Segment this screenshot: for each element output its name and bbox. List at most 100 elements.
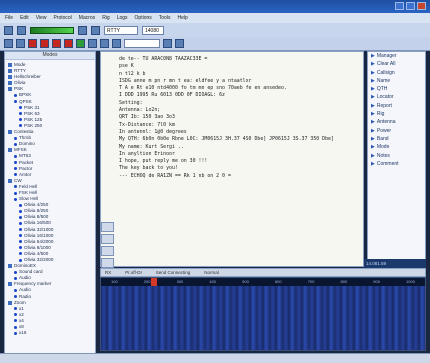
text-line: n tl2 k b — [119, 70, 146, 77]
text-line: The key back to you! — [119, 165, 178, 172]
folder-icon — [8, 300, 12, 305]
close-button[interactable] — [417, 2, 426, 10]
stop-button[interactable] — [40, 39, 49, 48]
menu-item-help[interactable]: Help — [177, 15, 187, 21]
macro-item[interactable]: ▶ Band — [368, 135, 425, 143]
text-line: In antennl: 1@0 degrees — [119, 128, 187, 135]
menu-item-logs[interactable]: Logs — [117, 15, 128, 21]
new-button[interactable] — [4, 39, 13, 48]
macro-item[interactable]: ▶ Clear All — [368, 60, 425, 68]
window-controls — [395, 2, 426, 10]
radio-bullet-icon — [14, 191, 17, 195]
radio-bullet-icon — [14, 331, 17, 335]
radio-bullet-icon — [14, 319, 17, 323]
zoom-in-button[interactable] — [163, 39, 172, 48]
scale-tick-label: 700 — [307, 279, 315, 284]
macro-item[interactable]: ▶ Callsign — [368, 69, 425, 77]
folder-icon — [8, 178, 12, 183]
menu-item-edit[interactable]: Edit — [20, 15, 29, 21]
macro-label: Callsign — [376, 69, 395, 76]
folder-icon — [8, 75, 12, 80]
menu-item-options[interactable]: Options — [135, 15, 152, 21]
menu-item-view[interactable]: View — [36, 15, 47, 21]
macro-item[interactable]: ▶ Notes — [368, 152, 425, 160]
receive-text-pane[interactable]: de te-- TU ARAC0N8 TAAZAC33E = pse Kn tl2… — [100, 51, 364, 267]
arrow-icon: ▶ — [371, 127, 375, 134]
radio-bullet-icon — [14, 142, 17, 146]
frequency-marker[interactable] — [151, 278, 157, 286]
text-line: I DDD 1995 Ru 6013 0DD 0F DIOAGL: 6z — [119, 92, 225, 99]
waterfall-display[interactable]: 100 200 300 400 500 600 700 800 900 1000 — [100, 277, 426, 351]
menu-item-protocol[interactable]: Protocol — [53, 15, 71, 21]
radio-bullet-icon — [19, 234, 22, 238]
macro-item[interactable]: ▶ Name — [368, 77, 425, 85]
side-button-1[interactable] — [101, 222, 114, 232]
radio-bullet-icon — [14, 313, 17, 317]
open-button[interactable] — [16, 39, 25, 48]
macro-item[interactable]: ▶ Power — [368, 127, 425, 135]
afc-button[interactable] — [76, 39, 85, 48]
minimize-button[interactable] — [395, 2, 404, 10]
macro-item[interactable]: ▶ Rig — [368, 110, 425, 118]
waterfall-spectrum[interactable] — [101, 286, 425, 350]
mode-select[interactable]: RTTY — [104, 25, 138, 35]
abort-button[interactable] — [64, 39, 73, 48]
folder-icon — [8, 69, 12, 74]
log-button[interactable] — [100, 39, 109, 48]
radio-bullet-icon — [19, 118, 22, 122]
radio-bullet-icon — [19, 203, 22, 207]
arrow-icon: ▶ — [371, 144, 375, 151]
freq-field[interactable]: 14080 — [142, 25, 164, 35]
text-line: I hope, put reply me on 30 !!! — [119, 158, 208, 165]
radio-bullet-icon — [19, 209, 22, 213]
arrow-icon: ▶ — [371, 102, 375, 109]
macro-item[interactable]: ▶ Comment — [368, 160, 425, 168]
macro-label: Clear All — [376, 61, 396, 68]
radio-bullet-icon — [14, 307, 17, 311]
tree-item[interactable]: x16 — [8, 330, 92, 336]
scale-tick-label: 300 — [176, 279, 184, 284]
macro-item[interactable]: ▶ Locator — [368, 93, 425, 101]
side-button-3[interactable] — [101, 246, 114, 256]
macro-item[interactable]: ▶ Antenna — [368, 118, 425, 126]
macro-label: Band — [376, 135, 389, 142]
macro-item[interactable]: ▶ QTH — [368, 85, 425, 93]
menu-item-file[interactable]: File — [5, 15, 13, 21]
menu-item-macros[interactable]: Macros — [79, 15, 95, 21]
text-line: Tx-Distance: 7l0 km — [119, 121, 175, 128]
arrow-icon: ▶ — [371, 152, 375, 159]
macro-item[interactable]: ▶ Manager — [368, 52, 425, 60]
macro-item[interactable]: ▶ Mode — [368, 143, 425, 151]
scale-tick-label: 600 — [274, 279, 282, 284]
radio-bullet-icon — [14, 325, 17, 329]
macro-item[interactable]: ▶ Report — [368, 102, 425, 110]
rx-toggle-button[interactable] — [17, 25, 26, 35]
radio-bullet-icon — [14, 173, 17, 177]
clear-rx-button[interactable] — [78, 25, 87, 35]
call-field[interactable] — [124, 39, 160, 48]
folder-icon — [8, 148, 12, 153]
arrow-icon: ▶ — [371, 111, 375, 118]
macro-label: Power — [376, 127, 392, 134]
radio-bullet-icon — [19, 106, 22, 110]
scale-tick-label: 200 — [143, 279, 151, 284]
radio-bullet-icon — [19, 228, 22, 232]
toolbar-secondary — [0, 37, 430, 51]
radio-bullet-icon — [14, 276, 17, 280]
zoom-out-button[interactable] — [175, 39, 184, 48]
settings-button[interactable] — [112, 39, 121, 48]
menu-item-tools[interactable]: Tools — [159, 15, 171, 21]
mode-status-bar: RX Pr.off-DI Send Connecting Normal — [100, 268, 426, 277]
side-button-2[interactable] — [101, 234, 114, 244]
tx-toggle-button[interactable] — [4, 25, 13, 35]
maximize-button[interactable] — [406, 2, 415, 10]
macro-label: Notes — [376, 152, 390, 159]
transmit-button[interactable] — [28, 39, 37, 48]
menu-item-rig[interactable]: Rig — [102, 15, 110, 21]
radio-bullet-icon — [14, 167, 17, 171]
record-button[interactable] — [52, 39, 61, 48]
options-button[interactable] — [91, 25, 100, 35]
side-button-4[interactable] — [101, 258, 114, 268]
squelch-button[interactable] — [88, 39, 97, 48]
radio-bullet-icon — [14, 154, 17, 158]
